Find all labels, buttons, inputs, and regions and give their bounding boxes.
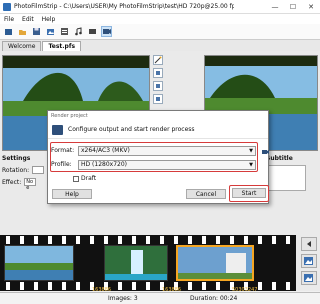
move-left-icon[interactable] [301,237,317,251]
format-select[interactable]: x264/AC3 (MKV) ▼ [78,145,256,156]
app-icon [3,2,11,11]
menu-file[interactable]: File [0,16,18,23]
dialog-title: Render project [51,113,88,119]
images-count: Images: 3 [108,295,138,302]
format-value: x264/AC3 (MKV) [81,147,130,154]
tab-bar: Welcome Test.pfs [0,40,320,51]
properties-icon[interactable] [59,26,70,37]
format-row: Format: x264/AC3 (MKV) ▼ [51,145,256,156]
magic-wand-icon[interactable] [153,55,163,65]
maximize-icon[interactable]: ☐ [284,0,302,14]
render-icon [52,124,63,135]
menu-help[interactable]: Help [38,16,60,23]
menu-bar: File Edit Help [0,14,320,24]
duration-value: Duration: 00:24 [190,295,238,302]
move-icon[interactable] [153,81,163,91]
chevron-down-icon: ▼ [249,161,253,168]
profile-select[interactable]: HD (1280x720) ▼ [78,159,256,170]
filmstrip-tools [298,235,320,291]
sprocket-holes-top [0,236,296,244]
profile-settings-icon[interactable] [260,147,269,156]
title-bar: PhotoFilmStrip - C:\Users\USER\My PhotoF… [0,0,320,14]
new-project-icon[interactable] [3,26,14,37]
draft-label: Draft [81,175,97,182]
film-frame[interactable] [104,245,168,281]
dialog-header: Configure output and start render proces… [48,121,268,139]
toolbar [0,24,320,40]
rotation-control[interactable] [32,166,45,174]
subtitle-heading: Subtitle [266,155,293,162]
minimize-icon[interactable]: — [266,0,284,14]
slideshow-icon[interactable] [87,26,98,37]
effect-label: Effect: [2,178,22,186]
render-project-dialog: Render project Configure output and star… [47,110,269,204]
save-icon[interactable] [31,26,42,37]
menu-edit[interactable]: Edit [18,16,38,23]
rotation-label: Rotation: [2,166,30,174]
draft-option[interactable]: Draft [73,175,96,182]
profile-row: Profile: HD (1280x720) ▼ [51,159,256,170]
draft-checkbox[interactable] [73,175,79,182]
film-frame[interactable] [4,245,74,281]
tab-welcome[interactable]: Welcome [2,41,42,51]
tab-test-pfs[interactable]: Test.pfs [42,41,82,51]
film-frame-selected[interactable] [176,245,254,281]
music-icon[interactable] [73,26,84,37]
render-icon[interactable] [101,26,112,37]
format-label: Format: [51,147,75,154]
subtitle-panel: Subtitle [266,155,320,197]
profile-value: HD (1280x720) [81,161,127,168]
help-button[interactable]: Help [52,189,92,199]
swap-icon[interactable] [153,94,163,104]
close-icon[interactable]: ✕ [302,0,320,14]
start-button[interactable]: Start [232,188,266,198]
open-icon[interactable] [17,26,28,37]
chevron-down-icon: ▼ [249,147,253,154]
cancel-button[interactable]: Cancel [186,189,226,199]
status-bar: Images: 3 Duration: 00:24 [0,292,320,304]
effect-select[interactable]: No e [24,178,37,191]
import-images-icon[interactable] [45,26,56,37]
rotate-icon[interactable] [153,68,163,78]
filmstrip [0,235,296,291]
window-title: PhotoFilmStrip - C:\Users\USER\My PhotoF… [14,3,234,10]
image-tools [153,55,165,115]
dialog-heading: Configure output and start render proces… [68,126,195,133]
add-image-icon[interactable] [301,254,317,268]
window-controls: — ☐ ✕ [266,0,320,14]
subtitle-input[interactable] [266,165,306,191]
profile-label: Profile: [51,161,72,168]
remove-image-icon[interactable] [301,271,317,285]
